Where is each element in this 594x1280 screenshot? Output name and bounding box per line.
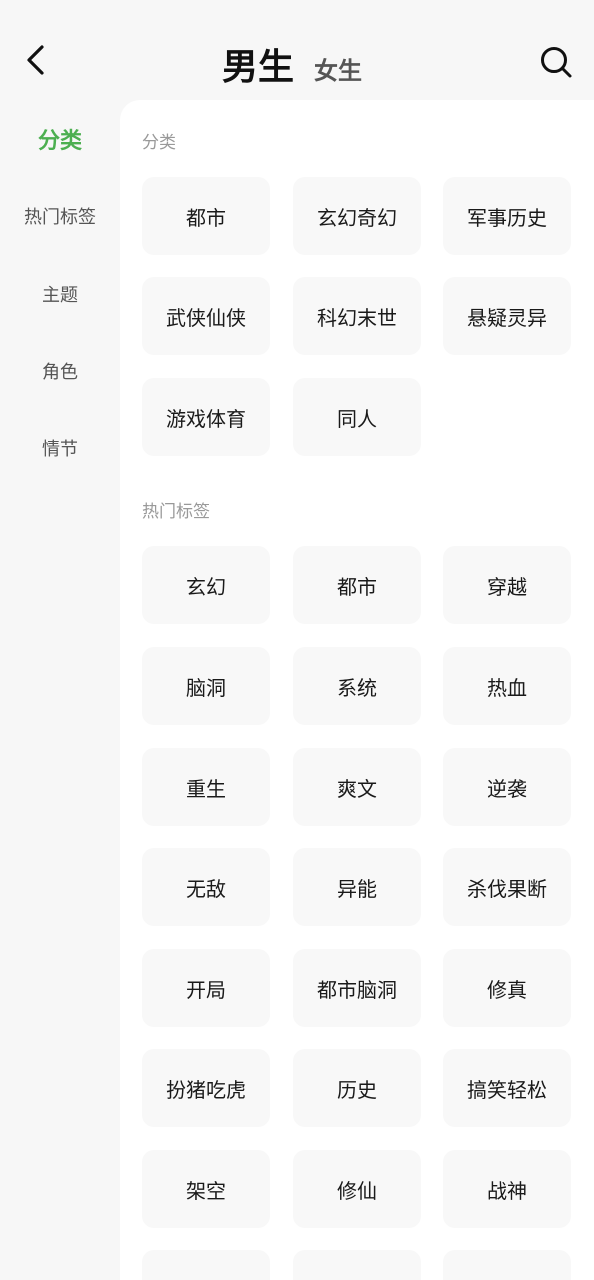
tag-button[interactable]: 爽文 xyxy=(293,748,421,826)
tag-button[interactable]: 同人 xyxy=(293,378,421,456)
tag-button[interactable]: 扮猪吃虎 xyxy=(142,1049,270,1127)
tag-button-partial[interactable] xyxy=(142,1250,270,1280)
tag-button[interactable]: 异能 xyxy=(293,848,421,926)
sidebar-item-hot-tags[interactable]: 热门标签 xyxy=(0,196,120,236)
tag-button[interactable]: 修真 xyxy=(443,949,571,1027)
back-button[interactable] xyxy=(18,42,54,78)
tag-button[interactable]: 开局 xyxy=(142,949,270,1027)
tag-button[interactable]: 脑洞 xyxy=(142,647,270,725)
tag-button[interactable]: 都市 xyxy=(293,546,421,624)
tag-button[interactable]: 战神 xyxy=(443,1150,571,1228)
sidebar-item-role[interactable]: 角色 xyxy=(0,351,120,391)
tab-female[interactable]: 女生 xyxy=(314,51,362,86)
tag-button[interactable]: 游戏体育 xyxy=(142,378,270,456)
tag-button[interactable]: 热血 xyxy=(443,647,571,725)
tag-button[interactable]: 军事历史 xyxy=(443,177,571,255)
tab-male[interactable]: 男生 xyxy=(222,38,294,90)
tag-button[interactable]: 无敌 xyxy=(142,848,270,926)
tag-button[interactable]: 逆袭 xyxy=(443,748,571,826)
header: 男生 女生 xyxy=(0,0,594,100)
tag-button[interactable]: 玄幻 xyxy=(142,546,270,624)
sidebar-item-plot[interactable]: 情节 xyxy=(0,428,120,468)
search-icon xyxy=(541,47,572,78)
tag-button[interactable]: 重生 xyxy=(142,748,270,826)
tag-button[interactable]: 杀伐果断 xyxy=(443,848,571,926)
section-title-hot-tags: 热门标签 xyxy=(142,502,210,522)
tag-button[interactable]: 悬疑灵异 xyxy=(443,277,571,355)
sidebar-item-theme[interactable]: 主题 xyxy=(0,274,120,314)
tag-button[interactable]: 修仙 xyxy=(293,1150,421,1228)
tag-content-panel[interactable]: 分类 都市 玄幻奇幻 军事历史 武侠仙侠 科幻末世 悬疑灵异 游戏体育 同人 热… xyxy=(120,100,594,1280)
tag-button[interactable]: 历史 xyxy=(293,1049,421,1127)
tag-button[interactable]: 穿越 xyxy=(443,546,571,624)
tag-button-partial[interactable] xyxy=(443,1250,571,1280)
tag-button-partial[interactable] xyxy=(293,1250,421,1280)
sidebar-item-category[interactable]: 分类 xyxy=(0,119,120,159)
tag-button[interactable]: 架空 xyxy=(142,1150,270,1228)
chevron-left-icon xyxy=(27,45,44,75)
tag-button[interactable]: 玄幻奇幻 xyxy=(293,177,421,255)
tag-button[interactable]: 科幻末世 xyxy=(293,277,421,355)
gender-tabs: 男生 女生 xyxy=(222,38,362,88)
search-button[interactable] xyxy=(536,42,576,82)
tag-button[interactable]: 系统 xyxy=(293,647,421,725)
section-title-category: 分类 xyxy=(142,133,176,153)
tag-button[interactable]: 武侠仙侠 xyxy=(142,277,270,355)
tag-button[interactable]: 都市脑洞 xyxy=(293,949,421,1027)
tag-button[interactable]: 搞笑轻松 xyxy=(443,1049,571,1127)
tag-button[interactable]: 都市 xyxy=(142,177,270,255)
category-sidebar: 分类 热门标签 主题 角色 情节 xyxy=(0,100,120,1280)
